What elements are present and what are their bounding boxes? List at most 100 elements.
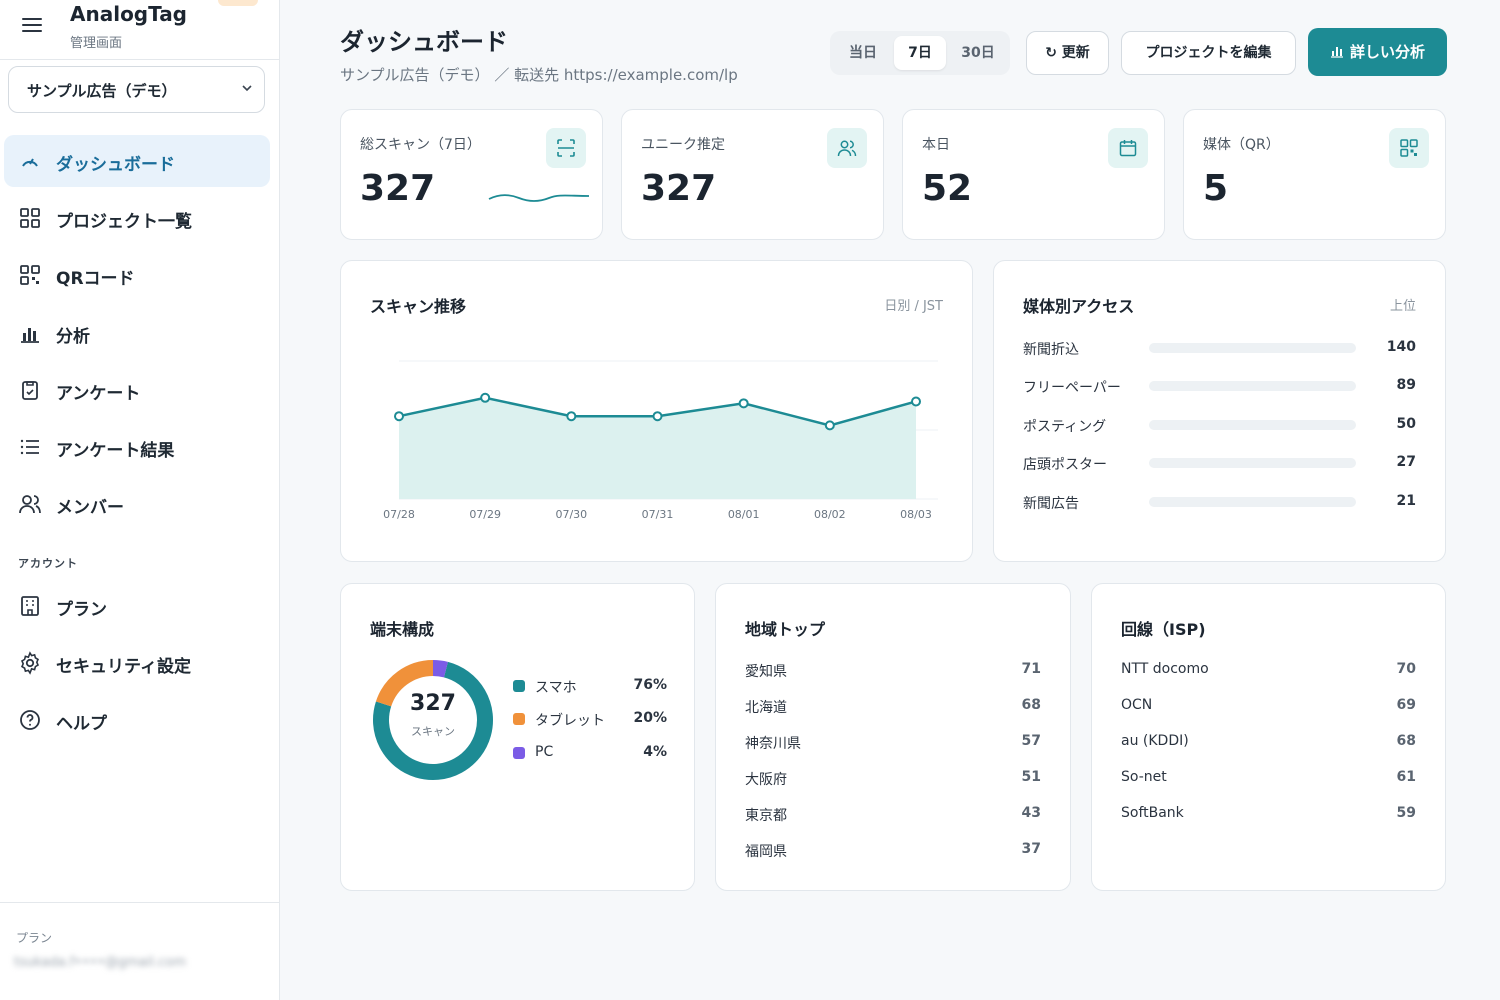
sidebar-item-survey[interactable]: アンケート [4,364,270,416]
region-card: 地域トップ 愛知県 71 北海道 68 神奈川県 57 大阪府 51 東京都 4… [715,583,1071,891]
isp-card: 回線（ISP) NTT docomo 70 OCN 69 au (KDDI) 6… [1091,583,1446,891]
kpi-label: 媒体（QR） [1203,137,1280,153]
kpi-value: 52 [922,168,973,209]
legend-swatch [513,747,525,759]
detail-analysis-button[interactable]: 詳しい分析 [1308,28,1447,76]
brand-badge [218,0,258,6]
media-row-label: フリーペーパー [1023,380,1121,396]
card-title: 端末構成 [370,620,435,639]
project-select[interactable]: サンプル広告（デモ） [8,66,265,113]
range-today-button[interactable]: 当日 [836,36,890,70]
region-row-value: 37 [1021,841,1041,857]
range-30d-button[interactable]: 30日 [950,36,1006,70]
legend-value: 20% [633,710,667,726]
x-tick-label: 08/02 [814,508,846,521]
sidebar-item-dashboard[interactable]: ダッシュボード [4,135,270,187]
media-row-value: 50 [1396,416,1416,432]
page-title: ダッシュボード [340,28,508,56]
footer-plan-label: プラン [16,931,53,945]
calendar-icon [1108,128,1148,168]
scan-icon [546,128,586,168]
scan-trend-chart: 07/28 07/29 07/30 07/31 08/01 08/02 08/03 [383,360,938,521]
media-row-value: 140 [1386,339,1416,355]
x-tick-label: 08/01 [728,508,760,521]
sidebar-footer: プラン tsukada.f••••@gmail.com [0,902,280,1000]
sidebar-item-label: プロジェクト一覧 [56,212,192,232]
menu-icon[interactable] [22,14,46,34]
region-row-label: 東京都 [745,808,787,824]
sidebar-item-security[interactable]: セキュリティ設定 [4,637,270,689]
kpi-label: ユニーク推定 [641,137,725,153]
sidebar-item-label: ダッシュボード [56,155,175,175]
device-donut-chart [373,660,493,780]
region-row-value: 57 [1021,733,1041,749]
media-row-label: 店頭ポスター [1023,457,1107,473]
media-row-label: 新聞折込 [1023,342,1079,358]
region-row-value: 43 [1021,805,1041,821]
range-7d-button[interactable]: 7日 [894,36,946,70]
x-tick-label: 07/28 [383,508,415,521]
sidebar-item-qrcode[interactable]: QRコード [4,249,270,301]
sidebar-item-label: アンケート [56,384,141,404]
legend-value: 4% [643,744,667,760]
sidebar-item-projects[interactable]: プロジェクト一覧 [4,192,270,244]
isp-row-label: au (KDDI) [1121,733,1189,749]
x-tick-label: 07/31 [642,508,674,521]
edit-project-button[interactable]: プロジェクトを編集 [1121,31,1296,75]
legend-label: PC [535,744,554,760]
legend-value: 76% [633,677,667,693]
bar-chart-icon [21,328,39,343]
brand-header: AnalogTag 管理画面 [0,0,280,60]
data-point [824,420,835,431]
media-bar [1149,420,1356,430]
isp-row-value: 61 [1396,769,1416,785]
media-row-value: 21 [1396,493,1416,509]
kpi-value: 327 [360,168,436,209]
gauge-icon [22,158,38,167]
card-hint: 上位 [1389,299,1416,314]
media-access-card: 媒体別アクセス 上位 新聞折込 140 フリーペーパー 89 ポスティング 50… [993,260,1446,562]
sidebar-item-label: ヘルプ [56,714,107,734]
refresh-button[interactable]: ↻ 更新 [1026,31,1109,75]
brand-name: AnalogTag [70,2,188,26]
sidebar-item-help[interactable]: ヘルプ [4,694,270,746]
isp-row-label: OCN [1121,697,1153,713]
sidebar-item-label: プラン [56,600,107,620]
region-row-label: 大阪府 [745,772,787,788]
building-icon [21,596,39,616]
region-row-value: 71 [1021,661,1041,677]
region-row-label: 北海道 [745,700,787,716]
kpi-card-unique: ユニーク推定 327 [621,109,884,240]
data-point [911,396,921,407]
sidebar-item-analytics[interactable]: 分析 [4,307,270,359]
card-title: 媒体別アクセス [1023,297,1135,316]
account-section-label: アカウント [18,557,78,570]
media-row-label: 新聞広告 [1023,496,1079,512]
kpi-card-media: 媒体（QR） 5 [1183,109,1446,240]
media-bar [1149,497,1356,507]
gear-icon [20,651,40,675]
grid-icon [20,208,40,228]
qr-code-icon [20,265,40,285]
sidebar: AnalogTag 管理画面 サンプル広告（デモ） ダッシュボード プロジェクト… [0,0,280,1000]
brand-subtitle: 管理画面 [70,36,123,51]
scan-trend-card: スキャン推移 日別 / JST 07/28 07/29 07/30 07/31 08/0… [340,260,973,562]
x-tick-label: 08/03 [900,508,932,521]
range-selector: 当日 7日 30日 [830,31,1010,75]
clipboard-icon [22,381,38,400]
region-row-label: 福岡県 [745,844,787,860]
isp-row-label: SoftBank [1121,805,1184,821]
footer-email: tsukada.f••••@gmail.com [14,955,186,970]
legend-swatch [513,713,525,725]
card-title: 地域トップ [745,620,826,639]
sidebar-item-label: セキュリティ設定 [56,657,191,677]
isp-row-value: 59 [1396,805,1416,821]
data-point [566,411,577,422]
sidebar-item-survey-results[interactable]: アンケート結果 [4,421,270,473]
breadcrumb: サンプル広告（デモ） ／ 転送先 https://example.com/lp [340,66,738,84]
data-point [480,392,491,403]
sidebar-item-members[interactable]: メンバー [4,478,270,530]
list-icon [20,439,39,455]
chevron-down-icon [242,85,252,92]
sidebar-item-plan[interactable]: プラン [4,580,270,632]
